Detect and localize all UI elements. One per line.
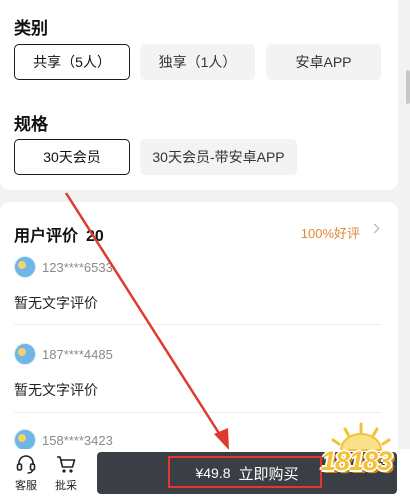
review-username: 158****3423 bbox=[42, 432, 113, 448]
review-username: 123****6533 bbox=[42, 259, 113, 275]
bulk-purchase-label: 批采 bbox=[55, 480, 77, 492]
spec-option-30-days[interactable]: 30天会员 bbox=[14, 139, 130, 175]
reviews-title: 用户评价 bbox=[14, 228, 79, 245]
divider bbox=[14, 324, 382, 325]
avatar bbox=[14, 429, 36, 451]
review-text: 暂无文字评价 bbox=[14, 382, 98, 398]
review-item: 187****4485 暂无文字评价 bbox=[14, 343, 382, 400]
review-item: 158****3423 bbox=[14, 429, 382, 451]
category-option-exclusive[interactable]: 独享（1人） bbox=[140, 44, 255, 80]
good-rate-link[interactable]: 100%好评 bbox=[301, 223, 360, 242]
options-card: 类别 共享（5人） 独享（1人） 安卓APP 规格 30天会员 30天会员-带安… bbox=[0, 0, 398, 190]
avatar bbox=[14, 343, 36, 365]
spec-option-30-days-android[interactable]: 30天会员-带安卓APP bbox=[140, 139, 297, 175]
buy-now-label: 立即购买 bbox=[238, 465, 299, 483]
scrollbar-thumb[interactable] bbox=[406, 70, 410, 104]
customer-service-button[interactable]: 客服 bbox=[11, 453, 41, 493]
bottom-action-bar: 客服 批采 ¥49.8 立即购买 bbox=[0, 449, 410, 499]
price: ¥49.8 bbox=[195, 465, 231, 481]
chevron-right-icon[interactable] bbox=[369, 223, 380, 234]
review-text: 暂无文字评价 bbox=[14, 295, 98, 311]
bulk-purchase-button[interactable]: 批采 bbox=[51, 453, 81, 493]
divider bbox=[14, 412, 382, 413]
review-item: 123****6533 暂无文字评价 bbox=[14, 256, 382, 313]
customer-service-label: 客服 bbox=[15, 480, 37, 492]
reviews-heading: 用户评价 20 bbox=[14, 222, 104, 246]
review-username: 187****4485 bbox=[42, 346, 113, 362]
headset-icon bbox=[16, 455, 36, 474]
spec-title: 规格 bbox=[14, 115, 48, 134]
cart-icon bbox=[57, 456, 76, 473]
reviews-count: 20 bbox=[86, 228, 104, 245]
buy-now-button[interactable]: ¥49.8 立即购买 bbox=[97, 452, 397, 494]
category-option-android-app[interactable]: 安卓APP bbox=[266, 44, 381, 80]
category-title: 类别 bbox=[14, 19, 48, 38]
category-option-shared[interactable]: 共享（5人） bbox=[14, 44, 130, 80]
avatar bbox=[14, 256, 36, 278]
